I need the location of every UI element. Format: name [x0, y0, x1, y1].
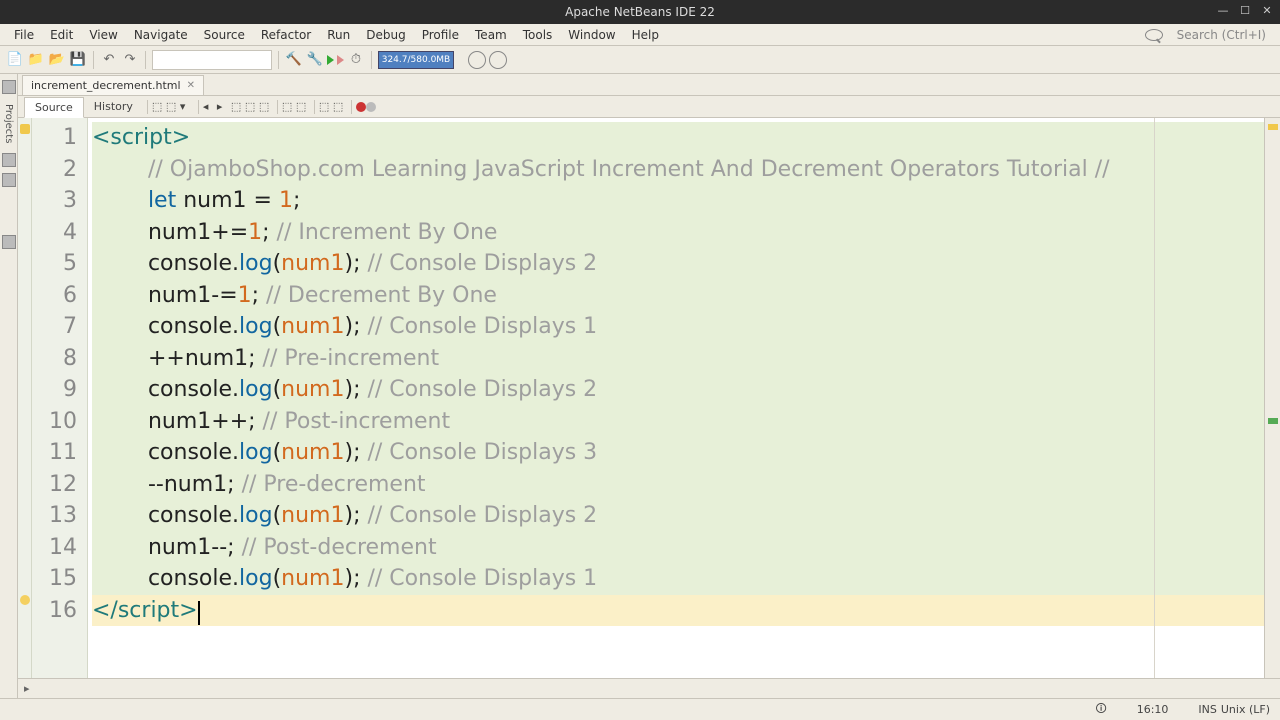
diff-prev-icon[interactable]: ⬚ [282, 100, 296, 114]
file-tabs: increment_decrement.html ✕ [18, 74, 1280, 96]
memory-gauge[interactable]: 324.7/580.0MB [378, 51, 454, 69]
macro-stop-icon[interactable] [366, 102, 376, 112]
projects-icon[interactable] [2, 80, 16, 94]
prev-bookmark-icon[interactable]: ◂ [203, 100, 217, 114]
menu-file[interactable]: File [6, 26, 42, 44]
editor-nav-icon[interactable]: ▾ [180, 100, 194, 114]
menu-profile[interactable]: Profile [414, 26, 467, 44]
profile-icon[interactable]: ⏱ [347, 51, 365, 69]
shift-left-icon[interactable]: ⬚ [319, 100, 333, 114]
menubar: File Edit View Navigate Source Refactor … [0, 24, 1280, 46]
file-tab[interactable]: increment_decrement.html ✕ [22, 75, 204, 95]
app-title: Apache NetBeans IDE 22 [565, 5, 715, 19]
menu-team[interactable]: Team [467, 26, 515, 44]
chevron-right-icon[interactable]: ▸ [24, 682, 30, 695]
clean-build-icon[interactable]: 🔧 [306, 51, 324, 69]
menu-debug[interactable]: Debug [358, 26, 413, 44]
menu-source[interactable]: Source [196, 26, 253, 44]
open-icon[interactable]: 📂 [48, 51, 66, 69]
services-icon[interactable] [2, 173, 16, 187]
notifications-icon[interactable]: 🛈 [1095, 700, 1106, 719]
config-dropdown[interactable] [152, 50, 272, 70]
separator-icon [371, 51, 372, 69]
subtab-history[interactable]: History [84, 97, 143, 116]
separator-icon [198, 100, 199, 114]
error-stripe[interactable] [1264, 118, 1280, 678]
change-marker-icon[interactable] [1268, 418, 1278, 424]
menu-navigate[interactable]: Navigate [126, 26, 196, 44]
text-caret [198, 601, 200, 625]
separator-icon [147, 100, 148, 114]
run-icon[interactable] [327, 55, 334, 65]
separator-icon [278, 51, 279, 69]
warning-marker-icon[interactable] [1268, 124, 1278, 130]
menu-refactor[interactable]: Refactor [253, 26, 319, 44]
debug-icon[interactable] [337, 55, 344, 65]
editor-nav-icon[interactable]: ⬚ [152, 100, 166, 114]
minimize-icon[interactable]: — [1216, 4, 1230, 18]
search-placeholder: Search (Ctrl+I) [1169, 26, 1274, 44]
separator-icon [93, 51, 94, 69]
separator-icon [145, 51, 146, 69]
separator-icon [314, 100, 315, 114]
subtab-source[interactable]: Source [24, 97, 84, 118]
statusbar: 🛈 16:10 INS Unix (LF) [0, 698, 1280, 720]
hint-bulb-icon[interactable] [20, 595, 30, 605]
annotation-gutter [18, 118, 32, 678]
code-area[interactable]: <script> // OjamboShop.com Learning Java… [88, 118, 1264, 678]
maximize-icon[interactable]: ☐ [1238, 4, 1252, 18]
separator-icon [351, 100, 352, 114]
search-icon [1145, 29, 1163, 41]
build-icon[interactable]: 🔨 [285, 51, 303, 69]
next-bookmark-icon[interactable]: ▸ [217, 100, 231, 114]
left-sidebar: Projects [0, 74, 18, 698]
files-icon[interactable] [2, 153, 16, 167]
menu-view[interactable]: View [81, 26, 125, 44]
save-all-icon[interactable]: 💾 [69, 51, 87, 69]
toolbar: 📄 📁 📂 💾 ↶ ↷ 🔨 🔧 ⏱ 324.7/580.0MB [0, 46, 1280, 74]
warning-icon[interactable] [20, 124, 30, 134]
close-icon[interactable]: ✕ [1260, 4, 1274, 18]
code-editor[interactable]: 12345678910111213141516 <script> // Ojam… [18, 118, 1280, 678]
editor-nav-icon[interactable]: ⬚ [166, 100, 180, 114]
cursor-pos: 16:10 [1137, 703, 1169, 716]
toggle-bookmark-icon[interactable]: ⬚ [231, 100, 245, 114]
menu-run[interactable]: Run [319, 26, 358, 44]
undo-icon[interactable]: ↶ [100, 51, 118, 69]
separator-icon [277, 100, 278, 114]
macro-record-icon[interactable] [356, 102, 366, 112]
line-number-gutter: 12345678910111213141516 [32, 118, 88, 678]
menu-tools[interactable]: Tools [515, 26, 561, 44]
redo-icon[interactable]: ↷ [121, 51, 139, 69]
insert-mode[interactable]: INS [1198, 703, 1216, 716]
diff-next-icon[interactable]: ⬚ [296, 100, 310, 114]
navigator-icon[interactable] [2, 235, 16, 249]
right-margin-line [1154, 118, 1155, 678]
titlebar: Apache NetBeans IDE 22 — ☐ ✕ [0, 0, 1280, 24]
refresh-alt-icon[interactable] [489, 51, 507, 69]
output-collapsed[interactable]: ▸ [18, 678, 1280, 698]
shift-right-icon[interactable]: ⬚ [333, 100, 347, 114]
menu-edit[interactable]: Edit [42, 26, 81, 44]
editor-subtabs: Source History ⬚ ⬚ ▾ ◂ ▸ ⬚ ⬚ ⬚ ⬚ ⬚ ⬚ ⬚ [18, 96, 1280, 118]
new-file-icon[interactable]: 📄 [6, 51, 24, 69]
prev-error-icon[interactable]: ⬚ [245, 100, 259, 114]
next-error-icon[interactable]: ⬚ [259, 100, 273, 114]
new-project-icon[interactable]: 📁 [27, 51, 45, 69]
refresh-icon[interactable] [468, 51, 486, 69]
line-ending[interactable]: Unix (LF) [1221, 703, 1270, 716]
menu-window[interactable]: Window [560, 26, 623, 44]
file-tab-name: increment_decrement.html [31, 79, 181, 92]
search-box[interactable]: Search (Ctrl+I) [1145, 26, 1274, 44]
side-projects[interactable]: Projects [1, 98, 16, 149]
close-tab-icon[interactable]: ✕ [187, 80, 195, 91]
menu-help[interactable]: Help [624, 26, 667, 44]
